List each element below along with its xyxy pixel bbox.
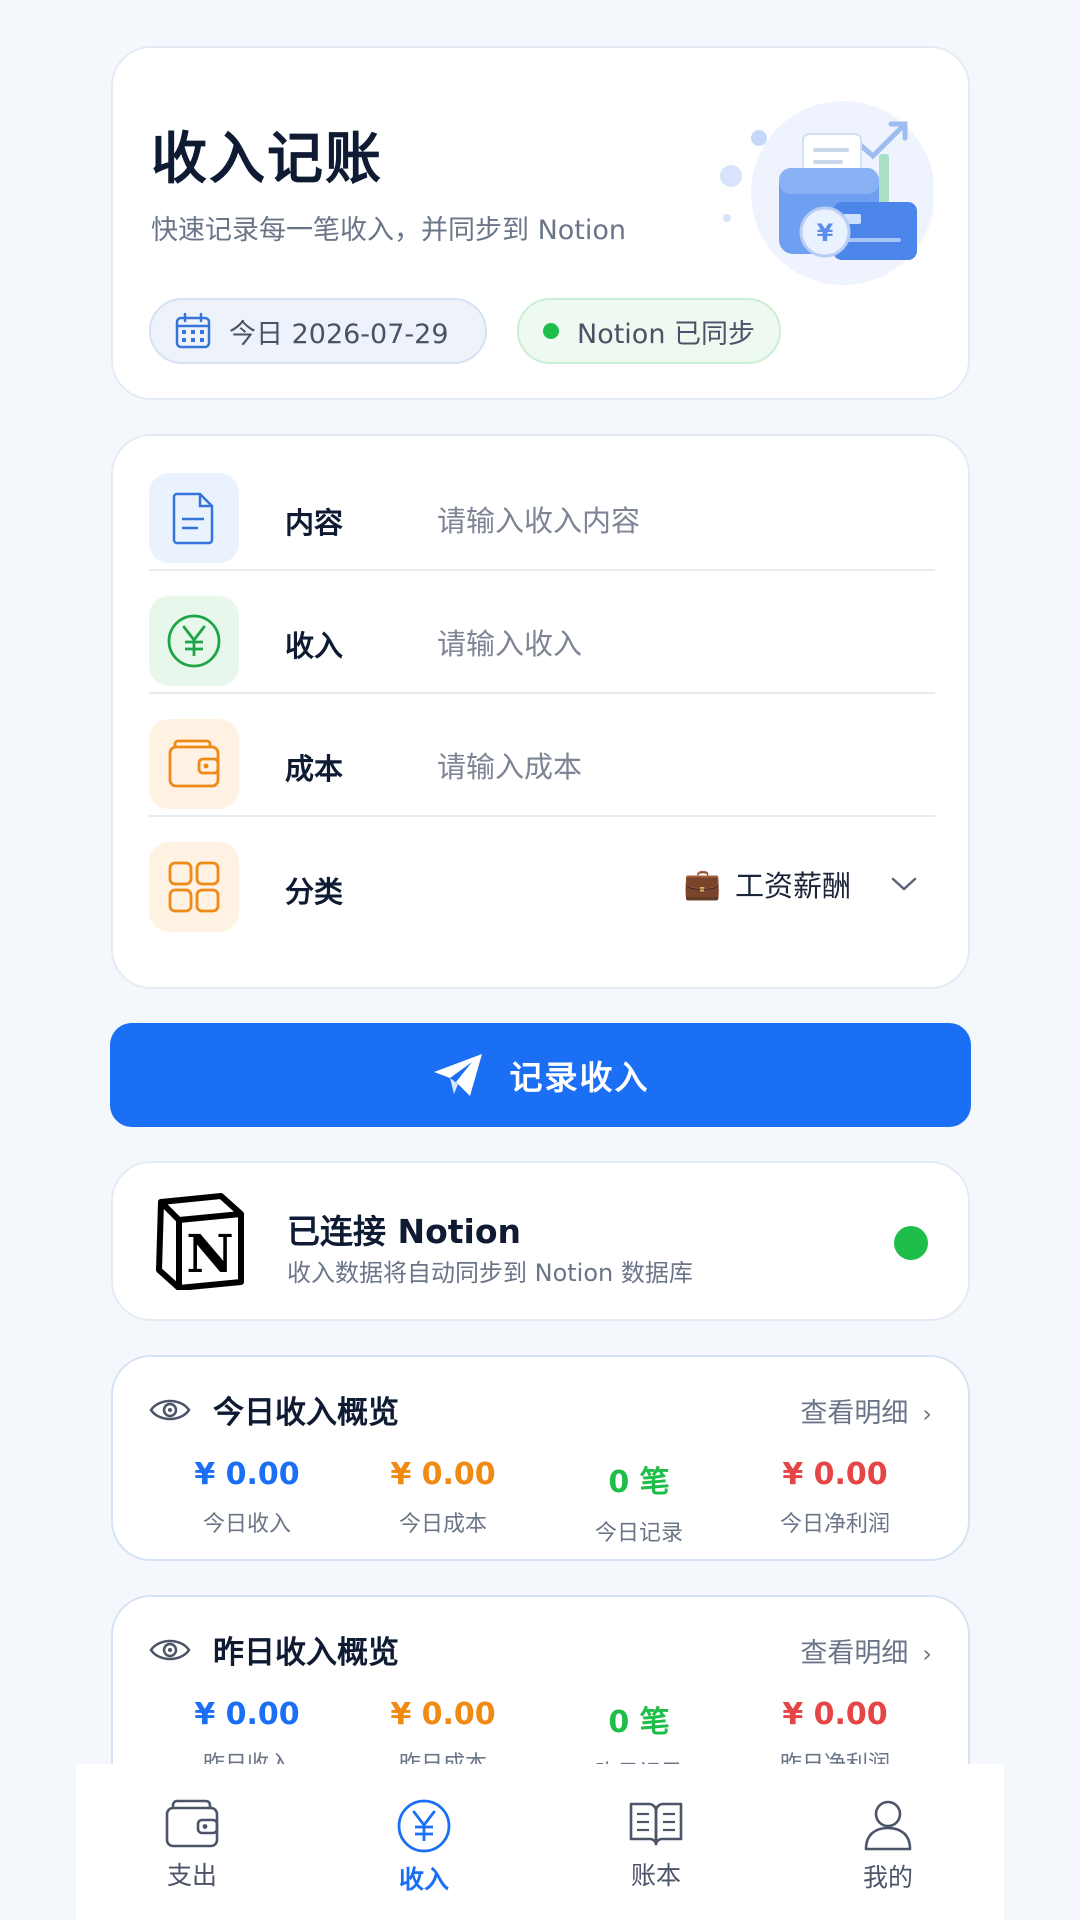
category-row[interactable]: 分类 💼 工资薪酬: [149, 817, 935, 939]
wallet-illustration-icon: ¥: [720, 101, 933, 285]
stat-value: 0 笔: [608, 1705, 670, 1740]
sync-status-dot: [543, 323, 559, 339]
notion-title: 已连接 Notion: [287, 1212, 522, 1251]
cost-row[interactable]: 成本 请输入成本: [149, 694, 935, 817]
chevron-down-icon: [891, 877, 917, 891]
income-input[interactable]: 请输入收入: [437, 621, 582, 663]
yen-circle-icon: [397, 1799, 451, 1853]
stat-today-income: ¥ 0.00 今日收入: [149, 1457, 345, 1547]
category-label: 分类: [285, 875, 344, 909]
record-income-label: 记录收入: [509, 1058, 650, 1097]
sync-status-label: Notion 已同步: [577, 318, 756, 350]
document-icon: [149, 473, 239, 563]
stat-value: ¥ 0.00: [782, 1697, 888, 1732]
tab-income-label: 收入: [398, 1865, 449, 1894]
today-stats: ¥ 0.00 今日收入 ¥ 0.00 今日成本 0 笔 今日记录 ¥ 0.00 …: [113, 1457, 968, 1547]
yesterday-overview-title: 昨日收入概览: [213, 1635, 399, 1671]
stat-value: ¥ 0.00: [194, 1457, 300, 1492]
bottom-tab-bar: 支出 收入 账本 我的: [76, 1764, 1004, 1920]
eye-icon: [149, 1639, 191, 1660]
stat-caption: 今日成本: [398, 1512, 487, 1537]
chevron-right-icon: ›: [922, 1640, 932, 1668]
content-row[interactable]: 内容 请输入收入内容: [149, 448, 935, 571]
cost-label: 成本: [285, 752, 344, 786]
stat-value: 0 笔: [608, 1465, 670, 1500]
tab-ledger-label: 账本: [630, 1861, 681, 1890]
category-select[interactable]: 💼 工资薪酬: [684, 863, 917, 905]
stat-value: ¥ 0.00: [390, 1457, 496, 1492]
header-card: 收入记账 快速记录每一笔收入，并同步到 Notion ¥ 今日 2026-07-…: [111, 46, 970, 400]
yesterday-details-link[interactable]: 查看明细 ›: [800, 1631, 932, 1670]
cost-input[interactable]: 请输入成本: [437, 744, 582, 786]
income-form: 内容 请输入收入内容 收入 请输入收入 成本 请输入成本 分类 💼 工资薪酬: [111, 434, 970, 989]
book-icon: [629, 1802, 683, 1846]
yen-circle-icon: [149, 596, 239, 686]
send-icon: [433, 1054, 482, 1096]
content-label: 内容: [285, 506, 344, 540]
stat-caption: 今日记录: [594, 1521, 683, 1546]
notion-connection-card[interactable]: N 已连接 Notion 收入数据将自动同步到 Notion 数据库: [111, 1161, 970, 1321]
chevron-right-icon: ›: [922, 1400, 932, 1428]
sync-status-pill: Notion 已同步: [517, 298, 781, 364]
stat-value: ¥ 0.00: [194, 1697, 300, 1732]
notion-logo-icon: N: [156, 1193, 244, 1290]
user-icon: [864, 1800, 912, 1851]
income-label: 收入: [285, 629, 344, 663]
tab-ledger[interactable]: 账本: [540, 1764, 772, 1920]
content-input[interactable]: 请输入收入内容: [437, 498, 640, 540]
date-label: 今日 2026-07-29: [229, 318, 449, 350]
stat-caption: 今日收入: [202, 1512, 291, 1537]
grid-icon: [149, 842, 239, 932]
notion-logo-letter: N: [186, 1224, 234, 1285]
today-overview-title: 今日收入概览: [213, 1395, 399, 1431]
yesterday-details-label: 查看明细: [800, 1638, 909, 1669]
calendar-icon: [175, 312, 211, 349]
today-overview-header: 今日收入概览: [149, 1387, 399, 1432]
stat-today-cost: ¥ 0.00 今日成本: [345, 1457, 541, 1547]
record-income-button[interactable]: 记录收入: [110, 1023, 971, 1127]
tab-expense[interactable]: 支出: [76, 1764, 308, 1920]
stat-today-records: 0 笔 今日记录: [541, 1457, 737, 1547]
eye-icon: [149, 1399, 191, 1420]
category-value: 工资薪酬: [734, 869, 851, 903]
stat-value: ¥ 0.00: [390, 1697, 496, 1732]
tab-expense-label: 支出: [166, 1861, 217, 1890]
income-row[interactable]: 收入 请输入收入: [149, 571, 935, 694]
stat-today-profit: ¥ 0.00 今日净利润: [737, 1457, 933, 1547]
page-subtitle: 快速记录每一笔收入，并同步到 Notion: [151, 215, 627, 246]
tab-profile-label: 我的: [862, 1863, 913, 1892]
stat-caption: 今日净利润: [779, 1512, 890, 1537]
notion-subtitle: 收入数据将自动同步到 Notion 数据库: [287, 1259, 693, 1287]
yesterday-overview-header: 昨日收入概览: [149, 1627, 399, 1672]
today-details-link[interactable]: 查看明细 ›: [800, 1391, 932, 1430]
briefcase-icon: 💼: [683, 866, 721, 902]
connection-status-dot: [894, 1226, 928, 1260]
tab-income[interactable]: 收入: [308, 1764, 540, 1920]
svg-text:¥: ¥: [817, 219, 834, 247]
wallet-icon: [149, 719, 239, 809]
tab-profile[interactable]: 我的: [772, 1764, 1004, 1920]
today-details-label: 查看明细: [800, 1398, 909, 1429]
wallet-icon: [165, 1799, 219, 1848]
today-overview-card: 今日收入概览 查看明细 › ¥ 0.00 今日收入 ¥ 0.00 今日成本 0 笔…: [111, 1355, 970, 1561]
page-title: 收入记账: [151, 127, 383, 192]
stat-value: ¥ 0.00: [782, 1457, 888, 1492]
date-pill[interactable]: 今日 2026-07-29: [149, 298, 487, 364]
